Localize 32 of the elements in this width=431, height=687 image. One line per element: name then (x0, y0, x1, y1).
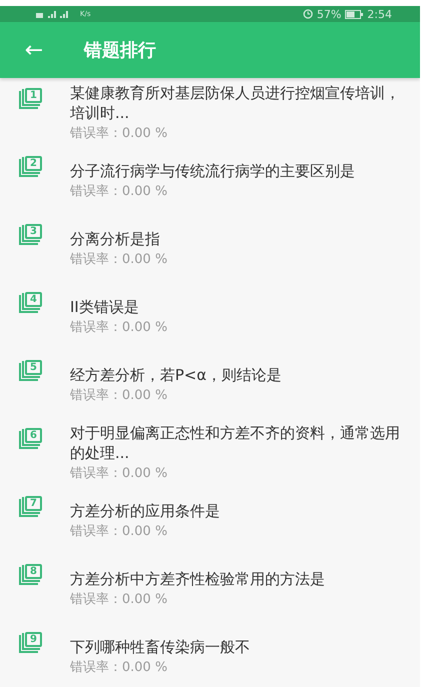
question-title[interactable]: 方差分析的应用条件是 (70, 500, 220, 520)
question-number: 8 (25, 564, 42, 579)
question-number: 1 (25, 88, 42, 103)
error-rate: 错误率：0.00 % (70, 658, 168, 676)
question-title[interactable]: 某健康教育所对基层防保人员进行控烟宣传培训，培训时... (70, 82, 400, 122)
question-number: 6 (25, 428, 42, 443)
alarm-icon (302, 9, 313, 19)
error-rate: 错误率：0.00 % (70, 318, 168, 336)
error-rate: 错误率：0.00 % (70, 522, 168, 540)
error-rate: 错误率：0.00 % (70, 386, 168, 404)
error-rate: 错误率：0.00 % (70, 464, 168, 482)
question-title[interactable]: 下列哪种牲畜传染病一般不 (70, 636, 250, 656)
question-title[interactable]: 方差分析中方差齐性检验常用的方法是 (70, 568, 325, 588)
error-rate: 错误率：0.00 % (70, 250, 168, 268)
battery-percent: 57% (316, 8, 342, 20)
question-number: 7 (25, 496, 42, 511)
clock-time: 2:54 (367, 8, 392, 20)
error-rate: 错误率：0.00 % (70, 124, 168, 142)
battery-icon (345, 10, 364, 18)
question-number: 3 (25, 224, 42, 239)
question-number: 2 (25, 156, 42, 171)
question-number: 9 (25, 632, 42, 647)
question-number: 4 (25, 292, 42, 307)
question-number: 5 (25, 360, 42, 375)
question-title[interactable]: 对于明显偏离正态性和方差不齐的资料，通常选用的处理... (70, 422, 400, 462)
page-title: 错题排行 (84, 39, 156, 62)
error-rate: 错误率：0.00 % (70, 182, 168, 200)
question-title[interactable]: 分离分析是指 (70, 228, 168, 248)
error-rate: 错误率：0.00 % (70, 590, 168, 608)
question-title[interactable]: II类错误是 (70, 296, 168, 316)
question-title[interactable]: 分子流行病学与传统流行病学的主要区别是 (70, 160, 355, 180)
question-title[interactable]: 经方差分析，若P<α，则结论是 (70, 364, 282, 384)
